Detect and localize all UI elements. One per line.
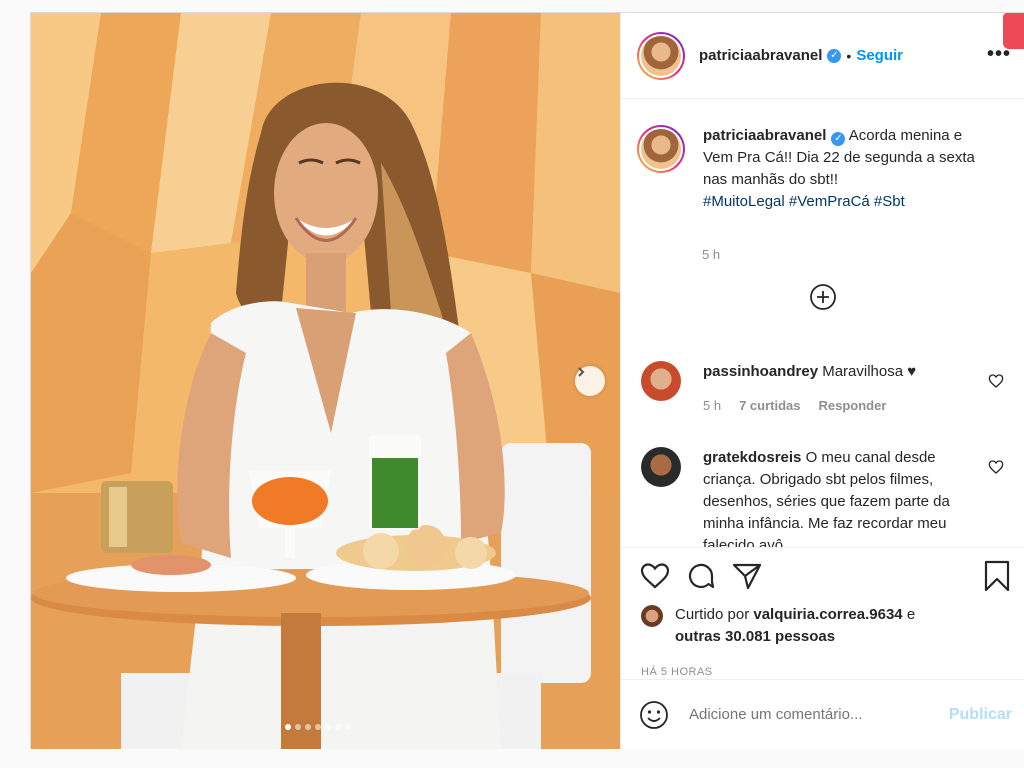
comment-meta: 5 h 7 curtidas Responder xyxy=(703,395,983,417)
author-username[interactable]: patriciaabravanel xyxy=(699,47,822,64)
photo-illustration xyxy=(31,13,620,749)
carousel-dot xyxy=(315,724,321,730)
liker-avatar[interactable] xyxy=(641,605,663,627)
publish-button[interactable]: Publicar xyxy=(949,706,1012,724)
more-options-icon[interactable]: ••• xyxy=(987,43,1011,66)
chevron-right-icon xyxy=(578,367,585,377)
comment-like-heart-icon[interactable] xyxy=(988,459,1004,475)
post-sidebar: patriciaabravanel ✓ • Seguir ••• patrici… xyxy=(620,13,1024,749)
carousel-dot xyxy=(305,724,311,730)
comment-time: 5 h xyxy=(703,398,722,413)
comment-icon[interactable] xyxy=(685,560,717,592)
verified-badge-icon: ✓ xyxy=(831,132,846,146)
commenter-username[interactable]: gratekdosreis xyxy=(703,449,801,466)
action-icon-row xyxy=(639,560,763,592)
liked-by-others[interactable]: outras 30.081 pessoas xyxy=(675,628,835,645)
author-avatar[interactable] xyxy=(637,31,685,80)
post-photo xyxy=(31,13,620,749)
comment-text: Maravilhosa ♥ xyxy=(822,363,917,380)
liked-by: Curtido por valquiria.correa.9634 e outr… xyxy=(641,604,915,648)
post-caption: patriciaabravanel ✓ Acorda menina e Vem P… xyxy=(637,125,993,213)
liked-by-and: e xyxy=(906,606,916,623)
comment-likes[interactable]: 7 curtidas xyxy=(739,395,800,417)
instagram-page: patriciaabravanel ✓ • Seguir ••• patrici… xyxy=(0,0,1024,768)
post-actions: Curtido por valquiria.correa.9634 e outr… xyxy=(621,547,1024,679)
commenter-username[interactable]: passinhoandrey xyxy=(703,363,818,380)
caption-hashtags[interactable]: #MuitoLegal #VemPraCá #Sbt xyxy=(703,193,905,210)
liked-by-prefix: Curtido por xyxy=(675,606,750,623)
caption-username[interactable]: patriciaabravanel xyxy=(703,127,826,144)
emoji-icon[interactable] xyxy=(639,700,669,730)
comment-text-block: gratekdosreis O meu canal desde criança.… xyxy=(703,447,983,547)
post-modal: patriciaabravanel ✓ • Seguir ••• patrici… xyxy=(30,12,1024,749)
caption-time: 5 h xyxy=(702,247,721,262)
carousel-dot xyxy=(285,724,291,730)
commenter-avatar[interactable] xyxy=(641,447,681,487)
carousel-next-button[interactable] xyxy=(575,366,605,396)
carousel-dot xyxy=(345,724,351,730)
caption-author-avatar[interactable] xyxy=(637,125,685,173)
separator-dot: • xyxy=(846,47,852,64)
carousel-dot xyxy=(325,724,331,730)
verified-badge-icon: ✓ xyxy=(827,48,842,63)
reply-button[interactable]: Responder xyxy=(819,395,887,417)
carousel-dot xyxy=(295,724,301,730)
comment-text-block: passinhoandrey Maravilhosa ♥ 5 h 7 curti… xyxy=(703,361,983,417)
plus-circle-icon[interactable] xyxy=(809,283,837,311)
add-comment-bar: Publicar xyxy=(621,679,1024,749)
comment-like-heart-icon[interactable] xyxy=(988,373,1004,389)
post-age[interactable]: HÁ 5 HORAS xyxy=(641,666,713,678)
comment-item: passinhoandrey Maravilhosa ♥ 5 h 7 curti… xyxy=(641,361,983,417)
liked-by-text: Curtido por valquiria.correa.9634 e outr… xyxy=(675,604,915,648)
liked-by-user[interactable]: valquiria.correa.9634 xyxy=(753,606,902,623)
bookmark-icon[interactable] xyxy=(982,560,1012,592)
follow-button[interactable]: Seguir xyxy=(856,47,903,64)
comment-input[interactable] xyxy=(689,706,929,723)
comment-item: gratekdosreis O meu canal desde criança.… xyxy=(641,447,983,547)
share-icon[interactable] xyxy=(731,560,763,592)
heart-icon[interactable] xyxy=(639,560,671,592)
caption-text-block: patriciaabravanel ✓ Acorda menina e Vem P… xyxy=(703,125,993,213)
carousel-indicator xyxy=(285,724,351,730)
comments-section[interactable]: patriciaabravanel ✓ Acorda menina e Vem P… xyxy=(621,99,1024,547)
carousel-dot xyxy=(335,724,341,730)
commenter-avatar[interactable] xyxy=(641,361,681,401)
post-header: patriciaabravanel ✓ • Seguir ••• xyxy=(621,13,1024,99)
